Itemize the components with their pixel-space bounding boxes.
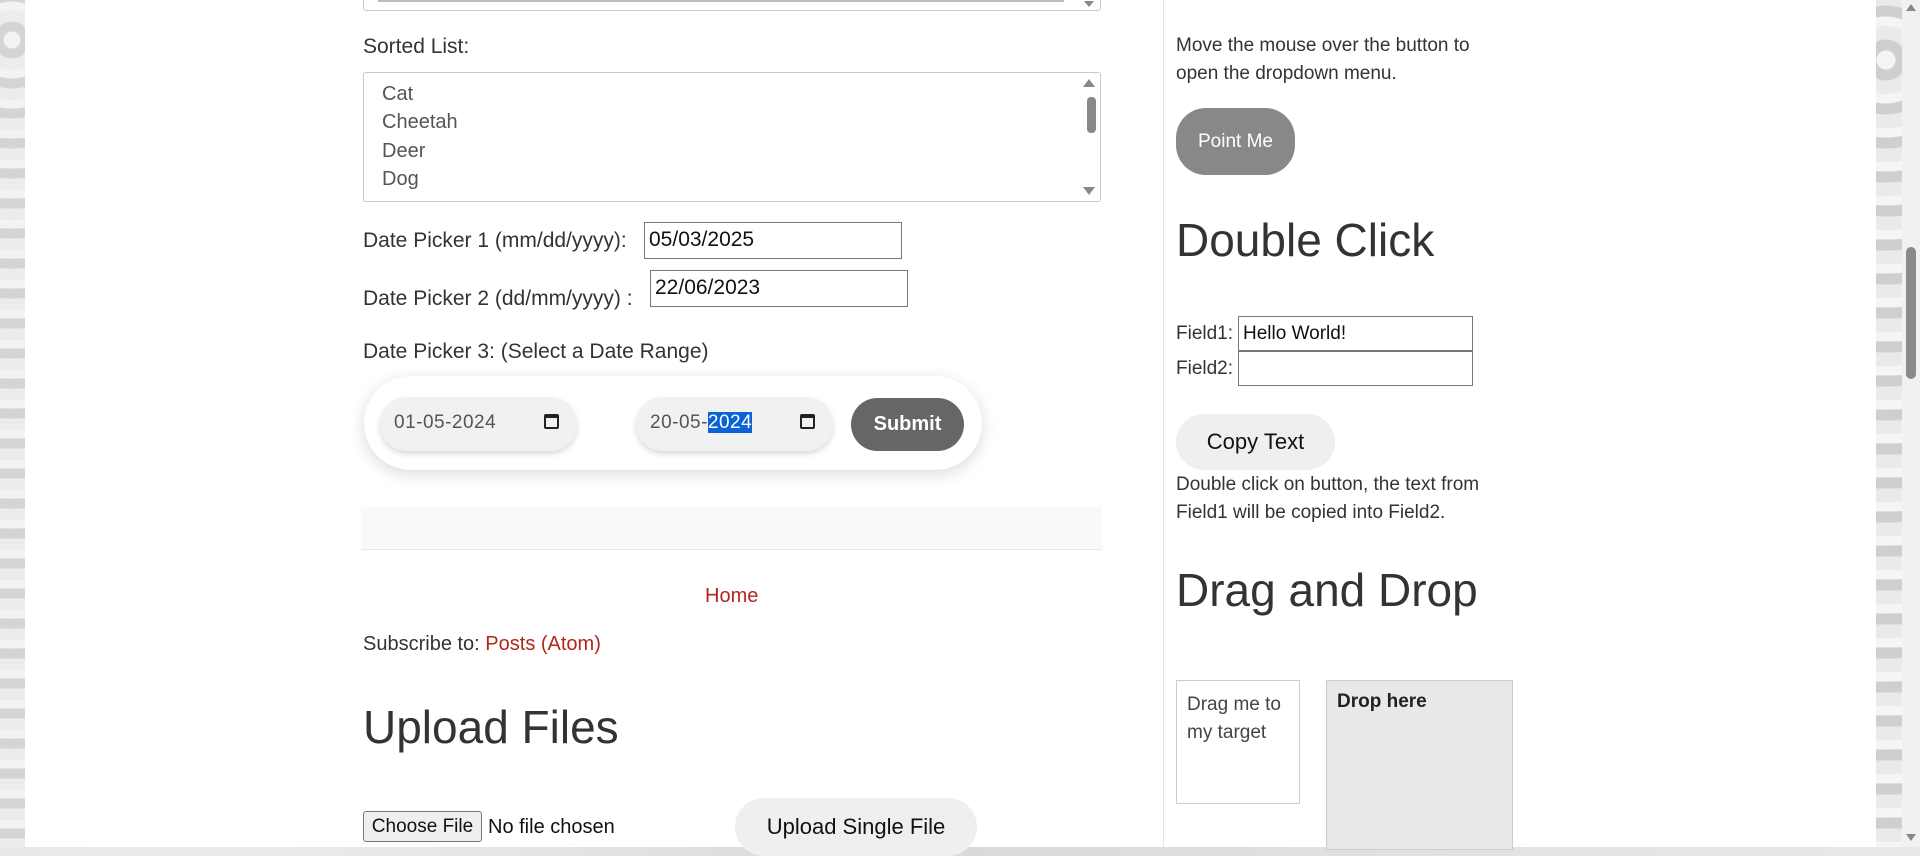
list-scroll-thumb[interactable] (1087, 97, 1096, 133)
upload-files-heading: Upload Files (363, 701, 619, 753)
posts-atom-link[interactable]: Posts (Atom) (485, 633, 601, 655)
range-end-date-text: 20-05-2024 (650, 412, 753, 434)
copy-text-button[interactable]: Copy Text (1176, 414, 1335, 470)
sorted-list[interactable]: Cat Cheetah Deer Dog (363, 72, 1101, 202)
background-left (0, 0, 25, 847)
drop-target[interactable]: Drop here (1326, 680, 1513, 850)
previous-listbox-down-arrow[interactable] (1084, 1, 1094, 7)
range-end-day-month: 20-05- (650, 412, 708, 433)
date-picker2-input[interactable]: 22/06/2023 (650, 270, 908, 307)
range-end-year-selected[interactable]: 2024 (707, 412, 753, 433)
field1-input[interactable]: Hello World! (1238, 316, 1473, 351)
column-divider (1163, 0, 1164, 847)
upload-single-file-button[interactable]: Upload Single File (735, 798, 977, 856)
footer-bar (361, 507, 1102, 550)
list-scrollbar[interactable] (1078, 73, 1100, 201)
date-picker3-label: Date Picker 3: (Select a Date Range) (363, 340, 709, 363)
double-click-hint: Double click on button, the text from Fi… (1176, 474, 1480, 523)
range-start-date-input[interactable]: 01-05-2024 (380, 397, 577, 451)
point-me-button[interactable]: Point Me (1176, 108, 1295, 175)
list-item[interactable]: Deer (382, 140, 425, 163)
date-picker2-label: Date Picker 2 (dd/mm/yyyy) : (363, 287, 633, 310)
double-click-heading: Double Click (1176, 214, 1435, 266)
scroll-down-arrow-icon[interactable] (1083, 187, 1095, 195)
drop-text: Drop here (1337, 691, 1427, 712)
range-start-date-text: 01-05-2024 (394, 412, 497, 433)
draggable-box[interactable]: Drag me to my target (1176, 680, 1300, 804)
field2-input[interactable] (1238, 351, 1473, 386)
date-picker1-label: Date Picker 1 (mm/dd/yyyy): (363, 229, 627, 252)
hover-instructions: Move the mouse over the button to open t… (1176, 35, 1470, 84)
home-link[interactable]: Home (705, 585, 758, 608)
sorted-list-label: Sorted List: (363, 35, 470, 58)
page-scrollbar[interactable] (1902, 0, 1920, 847)
submit-button[interactable]: Submit (851, 398, 964, 451)
subscribe-row: Subscribe to: Posts (Atom) (363, 633, 601, 656)
drag-text: Drag me to my target (1187, 694, 1281, 743)
calendar-icon[interactable] (544, 414, 559, 429)
date-picker1-input[interactable]: 05/03/2025 (644, 222, 902, 259)
range-end-date-input[interactable]: 20-05-2024 (636, 397, 833, 451)
no-file-text: No file chosen (488, 816, 615, 838)
background-right (1876, 0, 1902, 847)
drag-drop-heading: Drag and Drop (1176, 564, 1478, 616)
calendar-icon[interactable] (800, 414, 815, 429)
list-item[interactable]: Dog (382, 168, 419, 191)
choose-file-button[interactable]: Choose File (363, 811, 482, 842)
scroll-up-arrow-icon[interactable] (1083, 79, 1095, 87)
field1-label: Field1: (1176, 323, 1234, 344)
page-scroll-thumb[interactable] (1906, 247, 1916, 379)
subscribe-label: Subscribe to: (363, 633, 480, 655)
scroll-down-arrow-icon[interactable] (1906, 834, 1916, 841)
list-item[interactable]: Cat (382, 83, 413, 106)
scroll-up-arrow-icon[interactable] (1906, 4, 1916, 11)
previous-listbox-scroll-bar (378, 0, 1064, 2)
list-item[interactable]: Cheetah (382, 111, 458, 134)
field2-label: Field2: (1176, 358, 1234, 379)
